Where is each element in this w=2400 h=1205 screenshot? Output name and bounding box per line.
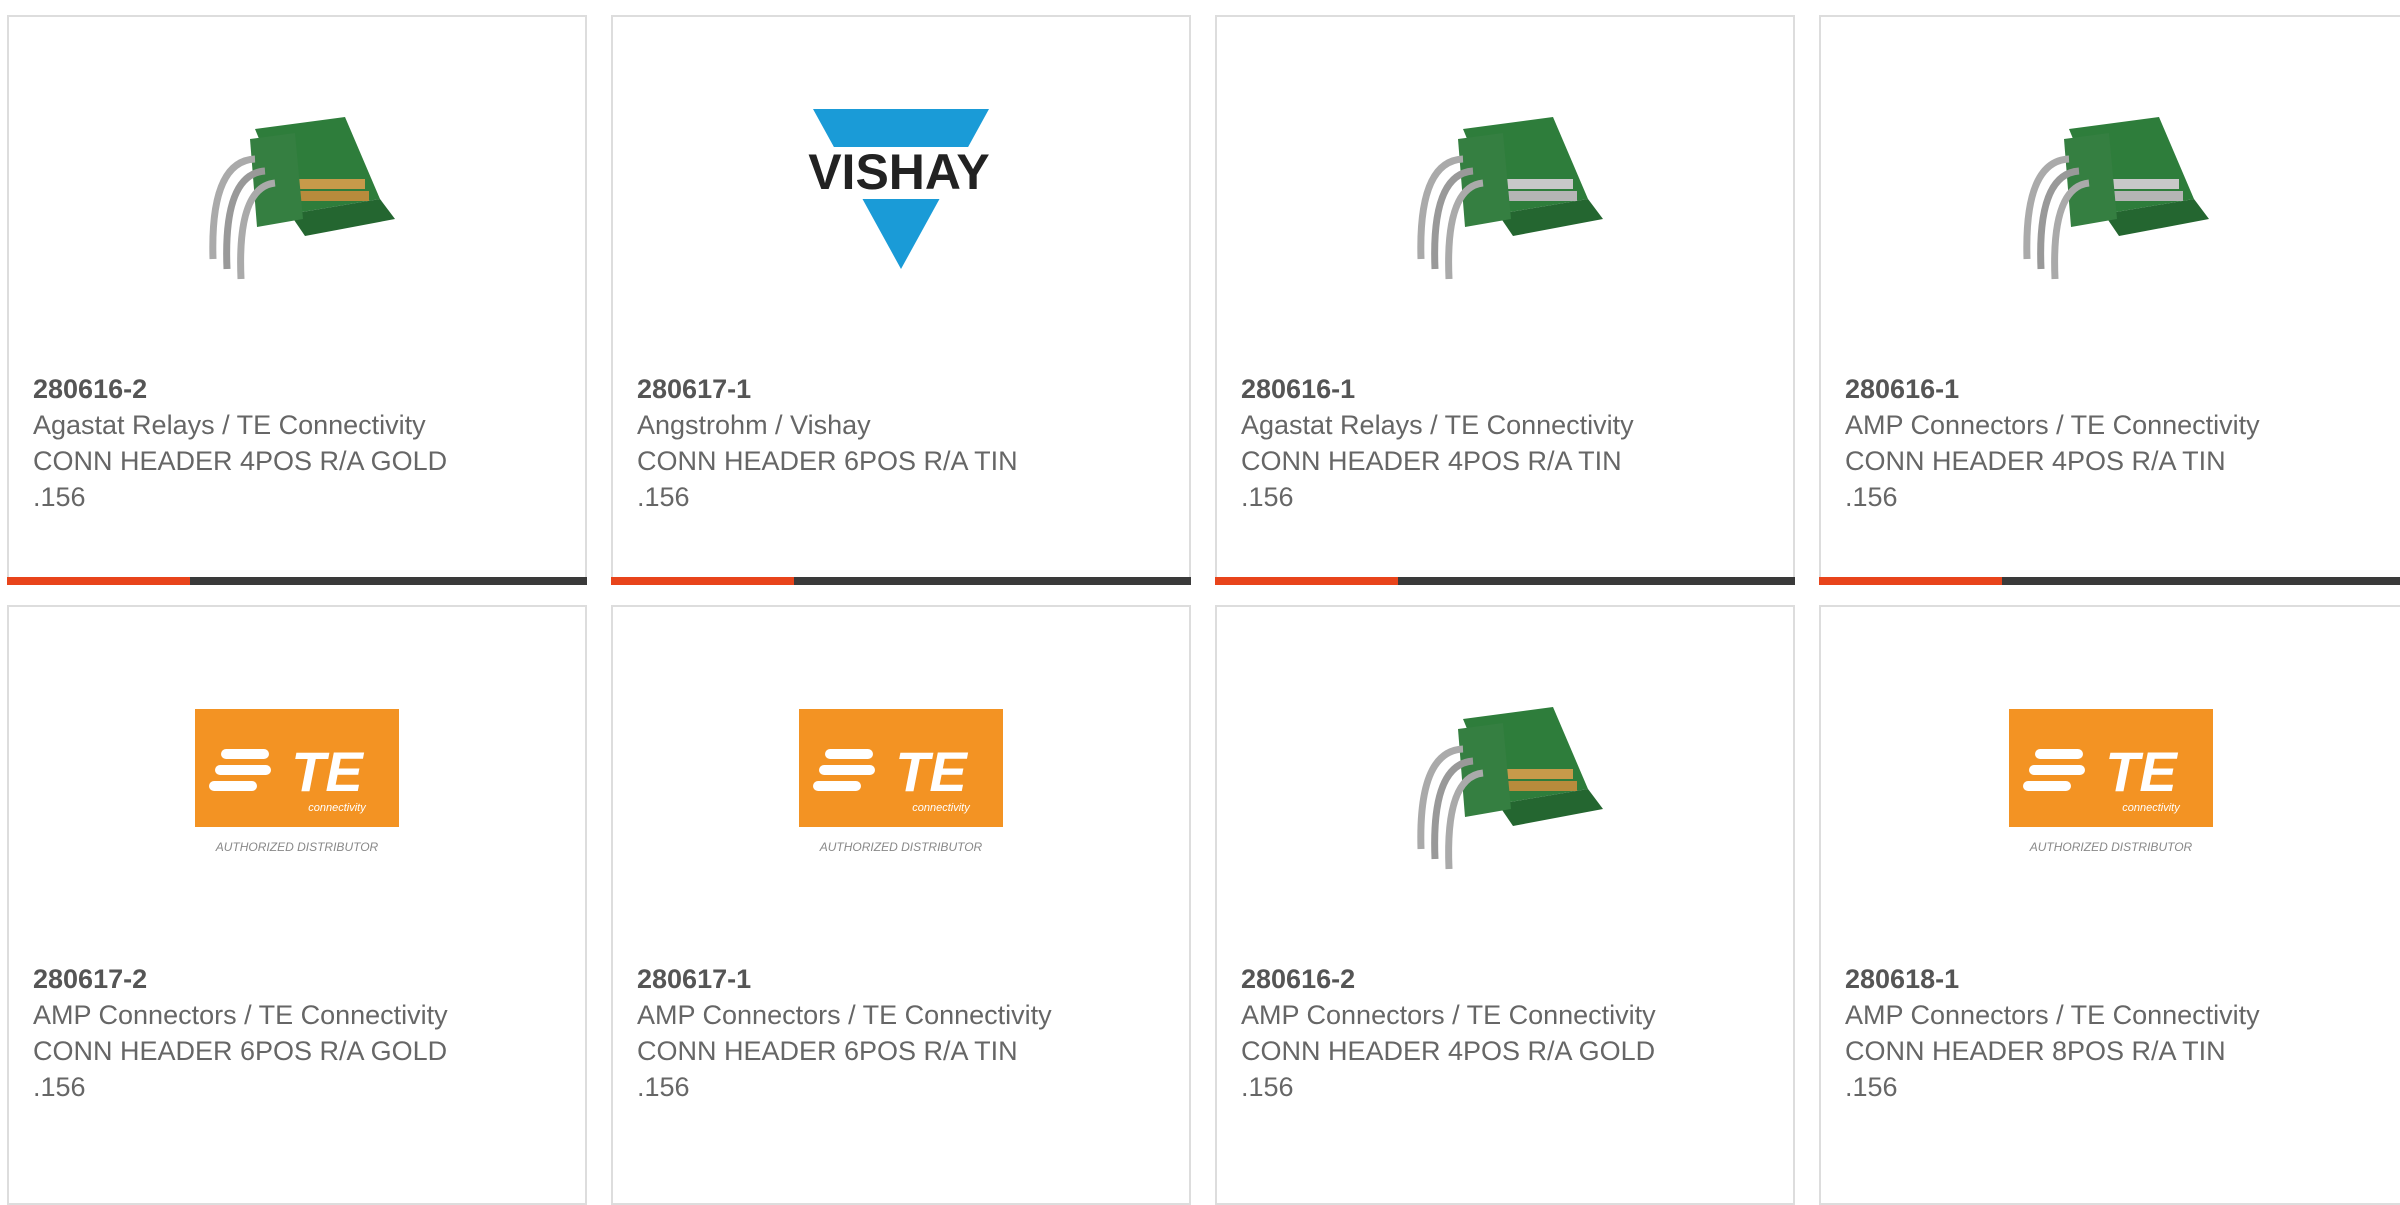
logo-caption: AUTHORIZED DISTRIBUTOR [2028,840,2192,854]
vishay-logo-icon: VISHAY [799,109,1003,269]
description: CONN HEADER 4POS R/A TIN .156 [1845,446,2226,512]
card-accent-bar [1215,577,1398,585]
part-number[interactable]: 280617-1 [637,371,1077,407]
product-image[interactable] [1403,89,1607,293]
logo-caption: AUTHORIZED DISTRIBUTOR [819,840,983,854]
product-image[interactable]: VISHAY [799,89,1003,293]
te-logo-icon: TE connectivity AUTHORIZED DISTRIBUTOR [2008,709,2213,854]
product-image[interactable] [1403,679,1607,883]
product-card[interactable]: 280616-1 AMP Connectors / TE Connectivit… [1819,15,2400,585]
part-number[interactable]: 280617-1 [637,961,1077,997]
product-image[interactable]: TE connectivity AUTHORIZED DISTRIBUTOR [799,679,1003,883]
card-progress-bar [1819,577,2400,585]
description: CONN HEADER 8POS R/A TIN .156 [1845,1036,2226,1102]
card-progress-bar [611,577,1191,585]
product-image[interactable]: TE connectivity AUTHORIZED DISTRIBUTOR [2008,679,2213,883]
connector-image [209,117,395,280]
part-number[interactable]: 280618-1 [1845,961,2285,997]
part-number[interactable]: 280616-1 [1241,371,1681,407]
product-image[interactable] [2008,89,2213,293]
manufacturer: AMP Connectors / TE Connectivity [33,1000,448,1030]
part-number[interactable]: 280617-2 [33,961,473,997]
manufacturer: AMP Connectors / TE Connectivity [1241,1000,1656,1030]
logo-text: TE [895,740,968,803]
description: CONN HEADER 6POS R/A GOLD .156 [33,1036,448,1102]
logo-text: VISHAY [808,144,990,200]
manufacturer: AMP Connectors / TE Connectivity [637,1000,1052,1030]
product-card[interactable]: VISHAY 280617-1 Angstrohm / Vishay CONN … [611,15,1191,585]
product-card[interactable]: TE connectivity AUTHORIZED DISTRIBUTOR 2… [7,605,587,1205]
product-card[interactable]: TE connectivity AUTHORIZED DISTRIBUTOR 2… [611,605,1191,1205]
te-logo-icon: TE connectivity AUTHORIZED DISTRIBUTOR [799,709,1003,854]
product-card[interactable]: 280616-2 Agastat Relays / TE Connectivit… [7,15,587,585]
connector-image [2022,117,2209,280]
description: CONN HEADER 4POS R/A GOLD .156 [1241,1036,1656,1102]
logo-text: TE [2105,740,2178,803]
te-logo-icon: TE connectivity AUTHORIZED DISTRIBUTOR [195,709,399,854]
card-accent-bar [7,577,190,585]
manufacturer: Agastat Relays / TE Connectivity [33,410,426,440]
logo-sub: connectivity [912,802,971,814]
manufacturer: AMP Connectors / TE Connectivity [1845,410,2260,440]
part-number[interactable]: 280616-1 [1845,371,2285,407]
description: CONN HEADER 4POS R/A TIN .156 [1241,446,1622,512]
logo-sub: connectivity [308,802,367,814]
manufacturer: Angstrohm / Vishay [637,410,871,440]
connector-image [1417,117,1603,280]
product-card[interactable]: 280616-1 Agastat Relays / TE Connectivit… [1215,15,1795,585]
description: CONN HEADER 6POS R/A TIN .156 [637,1036,1018,1102]
card-accent-bar [611,577,794,585]
card-accent-bar [1819,577,2002,585]
product-image[interactable] [195,89,399,293]
part-number[interactable]: 280616-2 [1241,961,1681,997]
part-number[interactable]: 280616-2 [33,371,473,407]
logo-caption: AUTHORIZED DISTRIBUTOR [215,840,379,854]
card-progress-bar [1215,577,1795,585]
product-image[interactable]: TE connectivity AUTHORIZED DISTRIBUTOR [195,679,399,883]
description: CONN HEADER 4POS R/A GOLD .156 [33,446,448,512]
connector-image [1417,707,1603,870]
product-card[interactable]: 280616-2 AMP Connectors / TE Connectivit… [1215,605,1795,1205]
card-progress-bar [7,577,587,585]
description: CONN HEADER 6POS R/A TIN .156 [637,446,1018,512]
logo-text: TE [291,740,364,803]
manufacturer: AMP Connectors / TE Connectivity [1845,1000,2260,1030]
product-card[interactable]: TE connectivity AUTHORIZED DISTRIBUTOR 2… [1819,605,2400,1205]
logo-sub: connectivity [2122,802,2181,814]
manufacturer: Agastat Relays / TE Connectivity [1241,410,1634,440]
